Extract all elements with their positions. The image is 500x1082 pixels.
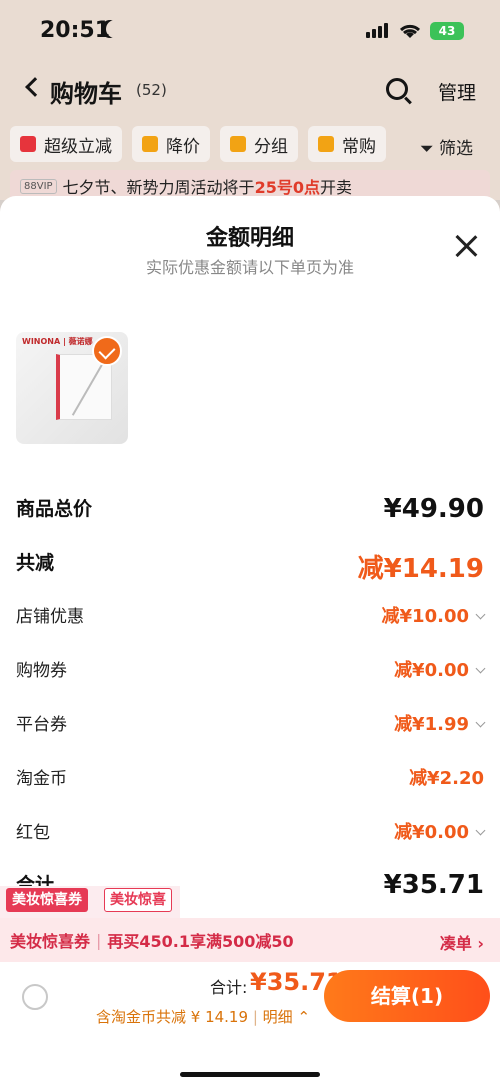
folder-icon [230,136,246,152]
sheet-title: 金额明细 [205,226,294,251]
checkout-footer: 合计: ¥35.71 含淘金币共减 ¥ 14.19 | 明细 ⌃ 结算(1) [0,962,500,1082]
battery-indicator: 43 [430,22,464,40]
chevron-down-icon [475,717,486,728]
row-label: 红包 [16,823,50,843]
value-text: 减¥1.99 [394,714,469,735]
footer-total-label: 合计: [210,978,248,997]
value-text: 减¥0.00 [394,660,469,681]
chip-frequent[interactable]: 常购 [308,126,386,162]
sheet-subtitle: 实际优惠金额请以下单页为准 [145,258,354,277]
collect-order-label: 凑单 [439,934,472,953]
row-store-discount[interactable]: 店铺优惠 减¥10.00 [16,602,486,632]
manage-button[interactable]: 管理 [438,78,476,105]
nav-bar: 购物车 (52) 管理 [0,66,500,116]
row-label: 店铺优惠 [16,607,84,627]
coupon-tag-outline: 美妆惊喜 [104,888,172,912]
row-value: 减¥10.00 [381,602,486,628]
cart-icon [318,136,334,152]
status-bar: 20:51 43 [0,0,500,64]
close-icon[interactable] [452,232,480,260]
filter-chips: 超级立减 降价 分组 常购 [10,126,386,162]
row-label: 商品总价 [16,498,93,520]
row-label: 共减 [16,552,55,574]
cart-page-background: 20:51 43 购物车 (52) 管理 超级立减 降价 分组 常购 ⏷ 筛选 … [0,0,500,202]
chip-super-discount[interactable]: 超级立减 [10,126,122,162]
saving-separator: | [252,1008,258,1026]
filter-button[interactable]: ⏷ 筛选 [420,134,473,159]
detail-label: 明细 [262,1008,293,1026]
select-all-radio[interactable] [22,984,48,1010]
row-shopping-voucher[interactable]: 购物券 减¥0.00 [16,656,486,686]
promo-bar[interactable]: 美妆惊喜券 | 再买450.1享满500减50 凑单 › [0,918,500,962]
saving-summary: 含淘金币共减 ¥ 14.19 | 明细 ⌃ [96,1006,310,1027]
chip-label: 降价 [166,136,200,157]
row-red-packet[interactable]: 红包 减¥0.00 [16,818,486,848]
amount-detail-sheet: 金额明细 实际优惠金额请以下单页为准 WINONA | 薇诺娜 商品总价 ¥49… [0,196,500,1082]
chevron-down-icon [475,609,486,620]
promo-separator: | [96,930,102,950]
detail-toggle[interactable]: 明细 ⌃ [263,1008,310,1026]
chip-group[interactable]: 分组 [220,126,298,162]
row-label: 淘金币 [16,769,67,789]
row-value: ¥49.90 [383,494,484,524]
down-arrow-icon [20,136,36,152]
cart-count: (52) [136,81,167,99]
status-time: 20:51 [40,18,111,43]
coupon-tag: 美妆惊喜券 [6,888,88,912]
promo-name: 美妆惊喜券 [10,932,91,951]
row-value: ¥35.71 [383,870,484,900]
chip-label: 分组 [254,136,288,157]
search-icon[interactable] [386,78,408,100]
signal-icon [366,22,390,38]
wifi-icon [399,24,421,38]
saving-text: 含淘金币共减 ¥ 14.19 [96,1008,249,1026]
row-label: 平台券 [16,715,67,735]
row-platform-voucher[interactable]: 平台券 减¥1.99 [16,710,486,740]
row-label: 购物券 [16,661,67,681]
value-text: 减¥10.00 [381,606,469,627]
row-value: 减¥2.20 [409,768,484,789]
chevron-down-icon [475,663,486,674]
checkmark-icon[interactable] [92,336,122,366]
row-item-total: 商品总价 ¥49.90 [16,494,484,524]
filter-label: 筛选 [439,139,474,159]
value-text: 减¥0.00 [394,822,469,843]
row-value: 减¥0.00 [394,656,486,682]
row-taojinbi: 淘金币 减¥2.20 [16,764,484,794]
notice-text: 七夕节、新势力周活动将于 [62,178,255,197]
moon-icon [106,20,124,38]
down-arrow-icon [142,136,158,152]
page-title: 购物车 [50,80,122,108]
checkout-button[interactable]: 结算(1) [324,970,490,1022]
notice-highlight: 25号0点 [254,178,320,197]
row-value: 减¥1.99 [394,710,486,736]
notice-text-end: 开卖 [319,178,352,197]
home-indicator [180,1072,320,1077]
product-brand: WINONA | 薇诺娜 [22,337,93,346]
chip-label: 常购 [342,136,376,157]
vip-badge: 88VIP [20,178,57,194]
chip-label: 超级立减 [44,136,112,157]
promo-text: 再买450.1享满500减50 [107,932,294,951]
back-arrow-icon[interactable] [25,77,45,97]
chevron-down-icon [475,825,486,836]
row-value: 减¥0.00 [394,818,486,844]
row-total-discount: 共减 减¥14.19 [16,548,484,584]
chip-price-drop[interactable]: 降价 [132,126,210,162]
row-value: 减¥14.19 [357,554,484,584]
collect-order-link[interactable]: 凑单 › [440,930,484,954]
